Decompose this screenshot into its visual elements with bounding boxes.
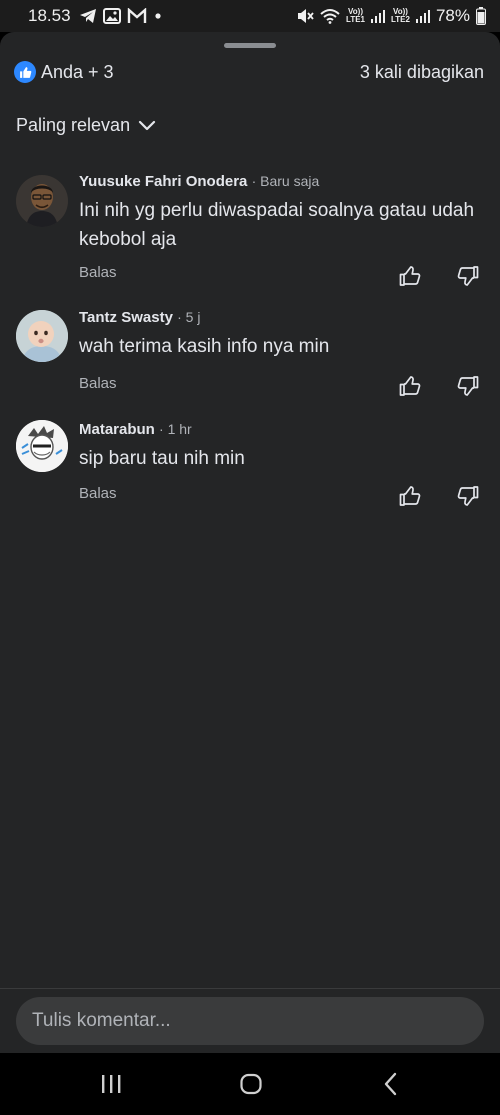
chevron-down-icon <box>138 120 156 130</box>
comment-text: wah terima kasih info nya min <box>79 336 330 357</box>
signal-icon <box>415 10 430 23</box>
comment-body: Tantz Swasty · 5 j wah terima kasih info… <box>79 308 482 361</box>
comment-text: sip baru tau nih min <box>79 448 245 469</box>
drag-handle[interactable] <box>224 43 276 48</box>
comment-author[interactable]: Matarabun <box>79 421 155 438</box>
comment-time: · 1 hr <box>159 421 192 437</box>
comment-time: · Baru saja <box>251 173 320 189</box>
notification-dot-icon <box>154 13 161 19</box>
status-time: 18.53 <box>28 6 71 25</box>
comment-composer-bar: Tulis komentar... <box>0 988 500 1053</box>
thumbs-up-icon[interactable] <box>398 484 422 508</box>
mute-icon <box>298 9 314 23</box>
thumbs-up-icon[interactable] <box>398 264 422 288</box>
like-reaction-icon[interactable] <box>14 61 36 83</box>
avatar[interactable] <box>16 310 68 362</box>
sort-dropdown[interactable]: Paling relevan <box>16 115 156 136</box>
status-bar: 18.53 Vo)) LTE1 Vo)) LTE2 78% <box>0 0 500 32</box>
sort-label: Paling relevan <box>16 115 131 135</box>
share-count[interactable]: 3 kali dibagikan <box>360 62 484 83</box>
comment-header: Tantz Swasty · 5 j <box>79 308 482 327</box>
reply-button[interactable]: Balas <box>79 264 117 281</box>
comment-author[interactable]: Tantz Swasty <box>79 309 173 326</box>
comment-author[interactable]: Yuusuke Fahri Onodera <box>79 173 247 190</box>
battery-icon <box>476 7 486 25</box>
comment-body: Yuusuke Fahri Onodera · Baru saja Ini ni… <box>79 172 482 254</box>
home-icon[interactable] <box>236 1071 266 1097</box>
reaction-summary-row: Anda + 3 3 kali dibagikan <box>14 60 484 84</box>
wifi-icon <box>320 9 340 24</box>
recents-icon[interactable] <box>96 1071 126 1097</box>
thumbs-down-icon[interactable] <box>456 374 480 398</box>
thumbs-up-icon[interactable] <box>398 374 422 398</box>
comment-input[interactable]: Tulis komentar... <box>16 997 484 1045</box>
battery-percentage: 78% <box>435 6 470 25</box>
comment-time: · 5 j <box>177 309 201 325</box>
status-notification-icons <box>79 8 163 24</box>
signal-icon <box>371 10 385 23</box>
comment-header: Matarabun · 1 hr <box>79 420 482 439</box>
sim1-label: LTE1 <box>346 15 365 24</box>
avatar[interactable] <box>16 420 68 472</box>
status-system-icons: Vo)) LTE1 Vo)) LTE2 78% <box>296 6 486 26</box>
thumbs-down-icon[interactable] <box>456 484 480 508</box>
sim2-label: LTE2 <box>391 15 410 24</box>
sim1-indicator: Vo)) LTE1 <box>346 8 365 24</box>
avatar[interactable] <box>16 175 68 227</box>
comment-body: Matarabun · 1 hr sip baru tau nih min <box>79 420 482 473</box>
sim2-indicator: Vo)) LTE2 <box>391 8 410 24</box>
back-icon[interactable] <box>376 1071 406 1097</box>
gallery-icon <box>102 8 121 24</box>
reaction-summary-text[interactable]: Anda + 3 <box>41 62 114 83</box>
reply-button[interactable]: Balas <box>79 485 117 502</box>
comment-header: Yuusuke Fahri Onodera · Baru saja <box>79 172 482 191</box>
system-navigation-bar <box>0 1053 500 1115</box>
comment-text: Ini nih yg perlu diwaspadai soalnya gata… <box>79 200 475 250</box>
reply-button[interactable]: Balas <box>79 375 117 392</box>
thumbs-down-icon[interactable] <box>456 264 480 288</box>
gmail-icon <box>127 8 146 23</box>
telegram-icon <box>79 9 96 23</box>
